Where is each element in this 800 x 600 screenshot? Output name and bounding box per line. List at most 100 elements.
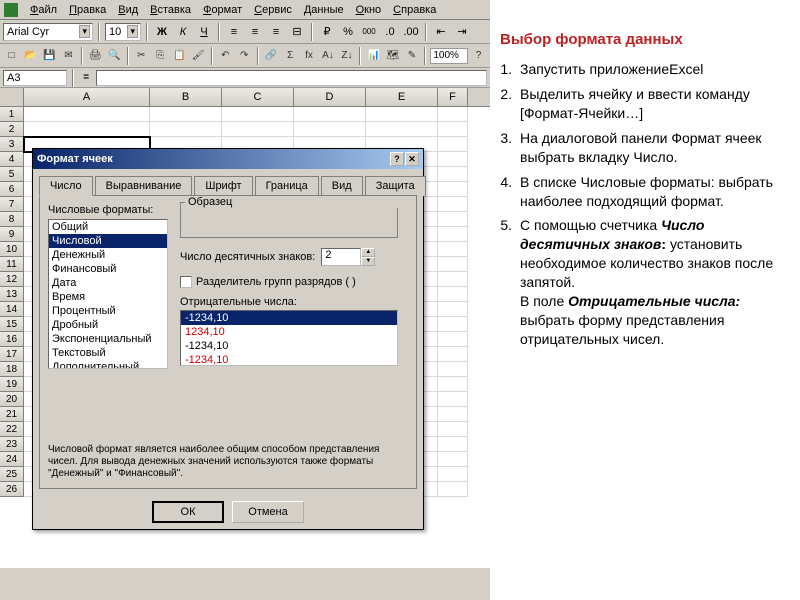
zoom-combo[interactable]: 100% bbox=[430, 48, 468, 64]
dialog-titlebar[interactable]: Формат ячеек ? ✕ bbox=[33, 149, 423, 169]
col-header-D[interactable]: D bbox=[294, 88, 366, 106]
negative-item[interactable]: -1234,10 bbox=[181, 339, 397, 353]
sort-desc-button[interactable]: Z↓ bbox=[339, 46, 356, 66]
col-header-A[interactable]: A bbox=[24, 88, 150, 106]
menu-формат[interactable]: Формат bbox=[197, 2, 248, 18]
ok-button[interactable]: ОК bbox=[152, 501, 224, 523]
col-header-E[interactable]: E bbox=[366, 88, 438, 106]
help-button[interactable]: ? bbox=[470, 46, 487, 66]
indent-inc-button[interactable]: ⇥ bbox=[453, 23, 471, 41]
row-header-6[interactable]: 6 bbox=[0, 182, 24, 197]
col-header-C[interactable]: C bbox=[222, 88, 294, 106]
menu-данные[interactable]: Данные bbox=[298, 2, 350, 18]
format-item[interactable]: Дробный bbox=[49, 318, 167, 332]
row-header-8[interactable]: 8 bbox=[0, 212, 24, 227]
paste-button[interactable]: 📋 bbox=[171, 46, 188, 66]
negative-item[interactable]: -1234,10 bbox=[181, 353, 397, 366]
align-right-button[interactable]: ≡ bbox=[267, 23, 285, 41]
undo-button[interactable]: ↶ bbox=[217, 46, 234, 66]
row-header-24[interactable]: 24 bbox=[0, 452, 24, 467]
italic-button[interactable]: К bbox=[174, 23, 192, 41]
open-button[interactable]: 📂 bbox=[22, 46, 39, 66]
menu-файл[interactable]: Файл bbox=[24, 2, 63, 18]
menu-справка[interactable]: Справка bbox=[387, 2, 442, 18]
format-item[interactable]: Процентный bbox=[49, 304, 167, 318]
row-header-22[interactable]: 22 bbox=[0, 422, 24, 437]
tab-1[interactable]: Выравнивание bbox=[95, 176, 193, 196]
format-item[interactable]: Денежный bbox=[49, 248, 167, 262]
save-button[interactable]: 💾 bbox=[41, 46, 58, 66]
copy-button[interactable]: ⎘ bbox=[152, 46, 169, 66]
format-painter-button[interactable]: 🖌 bbox=[190, 46, 207, 66]
align-left-button[interactable]: ≡ bbox=[225, 23, 243, 41]
tab-4[interactable]: Вид bbox=[321, 176, 363, 196]
drawing-button[interactable]: ✎ bbox=[403, 46, 420, 66]
row-header-17[interactable]: 17 bbox=[0, 347, 24, 362]
underline-button[interactable]: Ч bbox=[195, 23, 213, 41]
format-item[interactable]: Экспоненциальный bbox=[49, 332, 167, 346]
number-formats-list[interactable]: ОбщийЧисловойДенежныйФинансовыйДатаВремя… bbox=[48, 219, 168, 369]
chart-button[interactable]: 📊 bbox=[365, 46, 382, 66]
cut-button[interactable]: ✂ bbox=[133, 46, 150, 66]
tab-3[interactable]: Граница bbox=[255, 176, 319, 196]
negative-item[interactable]: 1234,10 bbox=[181, 325, 397, 339]
menu-вид[interactable]: Вид bbox=[112, 2, 144, 18]
select-all-corner[interactable] bbox=[0, 88, 24, 106]
decimal-spinner[interactable]: 2 ▲ ▼ bbox=[321, 248, 375, 266]
row-header-16[interactable]: 16 bbox=[0, 332, 24, 347]
spin-down-icon[interactable]: ▼ bbox=[361, 257, 375, 266]
row-header-18[interactable]: 18 bbox=[0, 362, 24, 377]
currency-button[interactable]: ₽ bbox=[318, 23, 336, 41]
format-item[interactable]: Время bbox=[49, 290, 167, 304]
menu-вставка[interactable]: Вставка bbox=[144, 2, 197, 18]
inc-decimal-button[interactable]: .0 bbox=[381, 23, 399, 41]
thousands-separator-checkbox[interactable] bbox=[180, 276, 192, 288]
close-icon[interactable]: ✕ bbox=[405, 152, 419, 166]
print-button[interactable]: 🖨 bbox=[87, 46, 104, 66]
row-header-11[interactable]: 11 bbox=[0, 257, 24, 272]
tab-0[interactable]: Число bbox=[39, 176, 93, 196]
negative-numbers-list[interactable]: -1234,101234,10-1234,10-1234,10 bbox=[180, 310, 398, 366]
cancel-button[interactable]: Отмена bbox=[232, 501, 304, 523]
row-header-5[interactable]: 5 bbox=[0, 167, 24, 182]
tab-2[interactable]: Шрифт bbox=[194, 176, 252, 196]
new-button[interactable]: □ bbox=[3, 46, 20, 66]
format-item[interactable]: Текстовый bbox=[49, 346, 167, 360]
dec-decimal-button[interactable]: .00 bbox=[402, 23, 420, 41]
spin-up-icon[interactable]: ▲ bbox=[361, 248, 375, 257]
mail-button[interactable]: ✉ bbox=[60, 46, 77, 66]
row-header-20[interactable]: 20 bbox=[0, 392, 24, 407]
menu-правка[interactable]: Правка bbox=[63, 2, 112, 18]
col-header-F[interactable]: F bbox=[438, 88, 468, 106]
row-header-13[interactable]: 13 bbox=[0, 287, 24, 302]
help-icon[interactable]: ? bbox=[390, 152, 404, 166]
row-header-21[interactable]: 21 bbox=[0, 407, 24, 422]
negative-item[interactable]: -1234,10 bbox=[181, 311, 397, 325]
tab-5[interactable]: Защита bbox=[365, 176, 426, 196]
bold-button[interactable]: Ж bbox=[153, 23, 171, 41]
row-header-3[interactable]: 3 bbox=[0, 137, 24, 152]
sort-asc-button[interactable]: A↓ bbox=[320, 46, 337, 66]
row-header-25[interactable]: 25 bbox=[0, 467, 24, 482]
row-header-1[interactable]: 1 bbox=[0, 107, 24, 122]
map-button[interactable]: 🗺 bbox=[384, 46, 401, 66]
font-combo[interactable]: Arial Cyr bbox=[3, 23, 93, 41]
format-item[interactable]: Дополнительный bbox=[49, 360, 167, 369]
preview-button[interactable]: 🔍 bbox=[106, 46, 123, 66]
size-combo[interactable]: 10 bbox=[105, 23, 141, 41]
redo-button[interactable]: ↷ bbox=[236, 46, 253, 66]
row-header-26[interactable]: 26 bbox=[0, 482, 24, 497]
format-item[interactable]: Общий bbox=[49, 220, 167, 234]
align-center-button[interactable]: ≡ bbox=[246, 23, 264, 41]
row-header-23[interactable]: 23 bbox=[0, 437, 24, 452]
row-header-15[interactable]: 15 bbox=[0, 317, 24, 332]
percent-button[interactable]: % bbox=[339, 23, 357, 41]
autosum-button[interactable]: Σ bbox=[282, 46, 299, 66]
format-item[interactable]: Дата bbox=[49, 276, 167, 290]
menu-сервис[interactable]: Сервис bbox=[248, 2, 298, 18]
row-header-4[interactable]: 4 bbox=[0, 152, 24, 167]
indent-dec-button[interactable]: ⇤ bbox=[432, 23, 450, 41]
merge-button[interactable]: ⊟ bbox=[288, 23, 306, 41]
row-header-14[interactable]: 14 bbox=[0, 302, 24, 317]
row-header-9[interactable]: 9 bbox=[0, 227, 24, 242]
